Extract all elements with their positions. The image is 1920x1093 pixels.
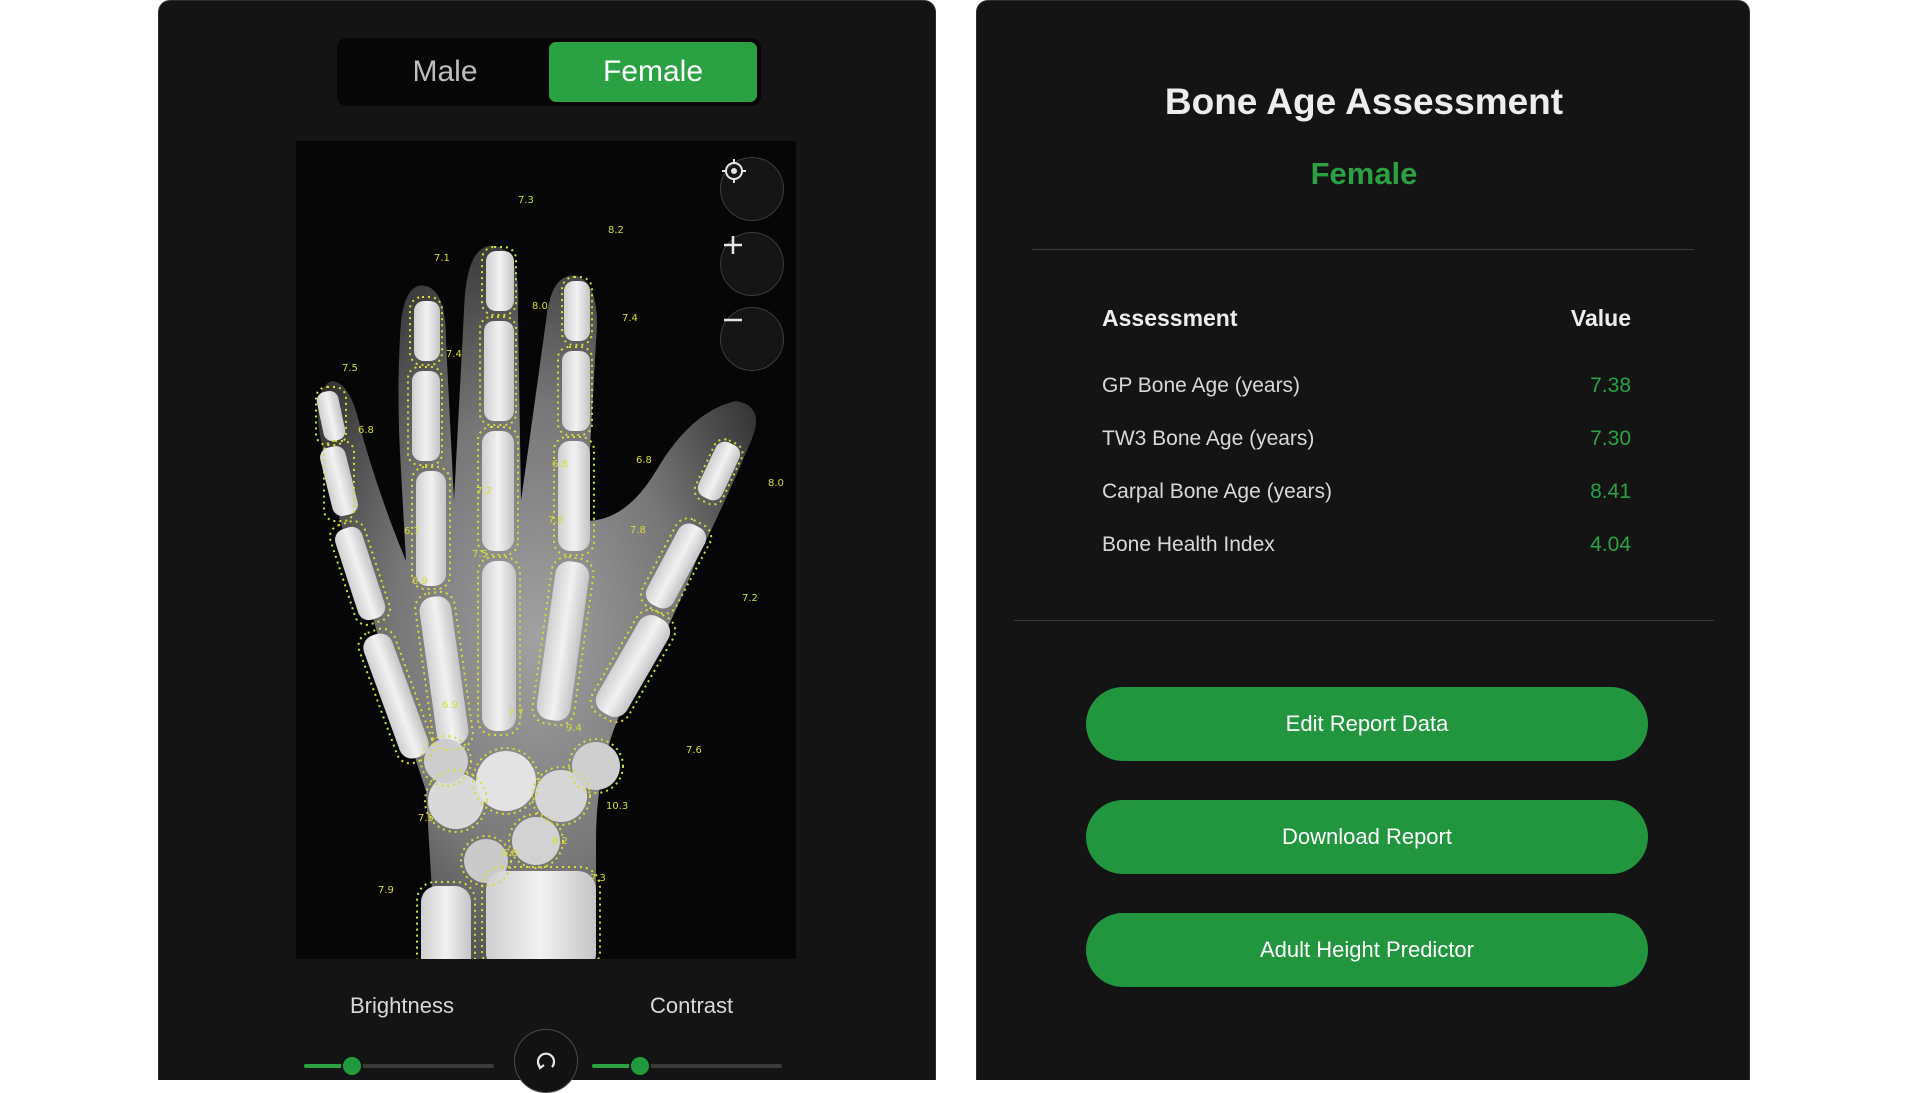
download-report-button[interactable]: Download Report [1086, 800, 1648, 874]
recenter-button[interactable] [720, 157, 784, 221]
annotation-label: 7.2 [742, 593, 758, 604]
annotation-label: 6.7 [404, 526, 420, 537]
annotation-label: 6.8 [636, 455, 652, 466]
annotation-label: 7.4 [622, 313, 638, 324]
bone-health-index-label: Bone Health Index [1102, 533, 1275, 556]
tw3-bone-age-label: TW3 Bone Age (years) [1102, 427, 1315, 450]
annotation-label: 7.9 [378, 885, 394, 896]
edit-report-data-button[interactable]: Edit Report Data [1086, 687, 1648, 761]
bone-health-index-value: 4.04 [1590, 533, 1631, 556]
annotation-label: 7.5 [418, 813, 434, 824]
carpal-bone-age-label: Carpal Bone Age (years) [1102, 480, 1332, 503]
annotation-label: 6.9 [442, 700, 458, 711]
contrast-label: Contrast [650, 993, 734, 1018]
divider [1014, 620, 1714, 621]
reset-adjustments-button[interactable] [514, 1029, 578, 1093]
report-panel: Bone Age Assessment Female Assessment Va… [976, 0, 1750, 1080]
adult-height-predictor-button[interactable]: Adult Height Predictor [1086, 913, 1648, 987]
image-panel: Male Female 7.3 7.1 8.2 8.0 7.4 7.4 7.5 … [158, 0, 936, 1093]
annotation-label: 6.8 [358, 425, 374, 436]
gp-bone-age-label: GP Bone Age (years) [1102, 374, 1301, 397]
divider [1032, 249, 1694, 250]
annotation-label: 7.5 [472, 549, 488, 560]
annotation-label: 6.8 [552, 459, 568, 470]
reset-icon [536, 1052, 556, 1070]
annotation-label: 7.1 [434, 253, 450, 264]
annotation-label: 8.0 [532, 301, 548, 312]
zoom-out-icon [724, 318, 742, 322]
brightness-label: Brightness [350, 993, 454, 1018]
annotation-label: 10.3 [606, 801, 628, 812]
xray-viewer[interactable]: 7.3 7.1 8.2 8.0 7.4 7.4 7.5 6.8 6.8 6.8 … [296, 141, 796, 959]
annotation-label: 7.3 [518, 195, 534, 206]
target-icon [722, 159, 746, 183]
zoom-in-icon [724, 236, 742, 254]
annotation-label: 7.4 [446, 349, 462, 360]
annotation-label: 7.2 [476, 486, 492, 497]
contrast-slider-thumb[interactable] [628, 1055, 651, 1077]
gender-toggle: Male Female [337, 38, 761, 106]
carpal-bone-age-value: 8.41 [1590, 480, 1631, 503]
annotation-label: 9.4 [566, 723, 582, 734]
annotation-label: 8.0 [768, 478, 784, 489]
value-header: Value [1570, 305, 1631, 331]
annotation-label: 7.6 [686, 745, 702, 756]
gp-bone-age-value: 7.38 [1590, 374, 1631, 397]
annotation-label: 8.2 [552, 836, 568, 847]
annotation-label: 6.9 [412, 576, 428, 587]
contrast-slider[interactable] [592, 1055, 782, 1077]
annotation-label: 7.8 [630, 525, 646, 536]
annotation-label: 6.8 [502, 848, 518, 859]
annotation-label: 7.5 [342, 363, 358, 374]
female-button[interactable]: Female [549, 42, 757, 102]
annotation-label: 7.3 [590, 873, 606, 884]
brightness-slider-thumb[interactable] [340, 1055, 363, 1077]
tw3-bone-age-value: 7.30 [1590, 427, 1631, 450]
annotation-label: 7.6 [548, 515, 564, 526]
annotation-label: 8.2 [608, 225, 624, 236]
report-title: Bone Age Assessment [1164, 81, 1564, 122]
annotation-label: 7.7 [508, 708, 524, 719]
zoom-in-button[interactable] [720, 232, 784, 296]
male-button[interactable]: Male [341, 42, 549, 102]
brightness-slider[interactable] [304, 1055, 494, 1077]
report-gender: Female [1310, 156, 1418, 191]
zoom-out-button[interactable] [720, 307, 784, 371]
assessment-header: Assessment [1102, 305, 1238, 331]
